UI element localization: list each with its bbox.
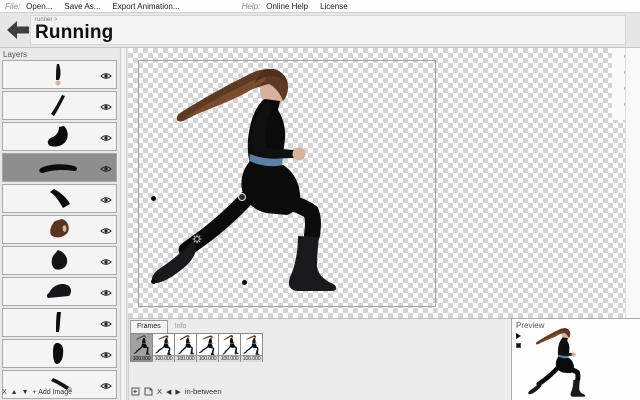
inbetween-label: in-between <box>184 387 222 396</box>
layer-thumb-rear-foot <box>51 250 68 270</box>
menu-export-animation[interactable]: Export Animation... <box>112 2 179 11</box>
frame-thumbnail <box>131 334 152 355</box>
frames-panel: Frames Info 100.000 100.000 100.000 100.… <box>128 318 511 400</box>
frame-strip: 100.000 100.000 100.000 100.000 100.000 … <box>130 333 263 362</box>
visibility-eye-icon[interactable] <box>100 196 112 204</box>
layer-thumb-front-thigh <box>47 126 68 147</box>
layer-item-front-calf[interactable] <box>2 153 117 182</box>
visibility-eye-icon[interactable] <box>100 72 112 80</box>
tab-frames[interactable]: Frames <box>130 320 168 333</box>
pivot-point-bottom-left[interactable] <box>151 279 156 284</box>
layer-item-front-thigh[interactable] <box>2 122 117 151</box>
frame-thumbnail <box>197 334 218 355</box>
menu-license[interactable]: License <box>320 2 348 11</box>
header-bar: runner > Running <box>0 13 640 48</box>
frame-cell-6[interactable]: 100.000 <box>240 333 263 362</box>
page-title: Running <box>35 22 114 43</box>
layer-thumb-rear-calf <box>50 189 70 208</box>
frame-duration: 100.000 <box>175 355 196 362</box>
layer-item-front-foot[interactable] <box>2 277 117 306</box>
pivot-point-left[interactable] <box>151 196 156 201</box>
preview-panel: Preview <box>511 318 640 400</box>
layers-panel-title: Layers <box>3 50 28 59</box>
menu-open[interactable]: Open... <box>26 2 52 11</box>
copy-frame-icon[interactable] <box>131 387 140 396</box>
frame-cell-3[interactable]: 100.000 <box>174 333 197 362</box>
next-frame-button[interactable]: ▶ <box>175 388 180 396</box>
frame-duration: 100.000 <box>219 355 240 362</box>
visibility-eye-icon[interactable] <box>100 165 112 173</box>
frame-cell-4[interactable]: 100.000 <box>196 333 219 362</box>
frame-duration: 100.000 <box>131 355 152 362</box>
frame-cell-2[interactable]: 100.000 <box>152 333 175 362</box>
file-menu-group-label: File: <box>5 1 21 11</box>
bottom-panel: Frames Info 100.000 100.000 100.000 100.… <box>0 318 640 400</box>
paste-frame-icon[interactable] <box>144 387 153 396</box>
layer-thumb-front-foot <box>46 283 72 298</box>
frame-cell-5[interactable]: 100.000 <box>218 333 241 362</box>
canvas-right-gutter <box>625 48 640 318</box>
visibility-eye-icon[interactable] <box>100 227 112 235</box>
frame-thumbnail <box>241 334 262 355</box>
visibility-eye-icon[interactable] <box>100 289 112 297</box>
visibility-eye-icon[interactable] <box>100 103 112 111</box>
app-window: File: Open... Save As... Export Animatio… <box>0 0 640 400</box>
visibility-eye-icon[interactable] <box>100 134 112 142</box>
layer-thumb-forearm <box>51 95 65 116</box>
layer-thumb-head <box>50 219 69 238</box>
layer-thumb-front-calf <box>39 164 77 173</box>
preview-play-icon[interactable] <box>516 333 521 339</box>
frame-cell-1[interactable]: 100.000 <box>130 333 153 362</box>
frame-thumbnail <box>219 334 240 355</box>
visibility-eye-icon[interactable] <box>100 258 112 266</box>
frames-tab-bar: Frames Info <box>130 320 193 333</box>
back-button[interactable] <box>6 19 30 41</box>
preview-stop-icon[interactable] <box>516 343 521 348</box>
frame-thumbnail <box>153 334 174 355</box>
frame-duration: 100.000 <box>197 355 218 362</box>
preview-runner-figure <box>526 327 588 398</box>
frame-duration: 100.000 <box>241 355 262 362</box>
help-menu-group-label: Help: <box>241 1 261 11</box>
animation-canvas[interactable]: + − □ 1 <box>128 48 625 318</box>
knee-joint-handle-icon[interactable] <box>192 234 202 244</box>
hip-joint-handle[interactable] <box>238 193 246 201</box>
layer-item-head[interactable] <box>2 215 117 244</box>
menu-online-help[interactable]: Online Help <box>266 2 308 11</box>
back-arrow-icon <box>7 21 29 39</box>
layer-item-upper-arm[interactable] <box>2 60 117 89</box>
prev-frame-button[interactable]: ◀ <box>166 388 171 396</box>
zoom-toolbar: + − □ 1 <box>612 48 625 120</box>
frame-duration: 100.000 <box>153 355 174 362</box>
animation-title-box[interactable]: runner > Running <box>30 15 626 45</box>
frames-toolbar: X ◀ ▶ in-between <box>131 387 222 396</box>
frame-thumbnail <box>175 334 196 355</box>
delete-frame-button[interactable]: X <box>157 387 162 396</box>
menu-save-as[interactable]: Save As... <box>64 2 100 11</box>
layer-item-rear-calf[interactable] <box>2 184 117 213</box>
pivot-point-bottom-center[interactable] <box>242 280 247 285</box>
runner-character[interactable] <box>145 65 345 295</box>
layer-thumb-upper-arm <box>55 64 61 86</box>
layer-item-forearm[interactable] <box>2 91 117 120</box>
layer-item-rear-foot[interactable] <box>2 246 117 275</box>
tab-info[interactable]: Info <box>168 320 194 333</box>
menu-bar: File: Open... Save As... Export Animatio… <box>0 0 640 13</box>
